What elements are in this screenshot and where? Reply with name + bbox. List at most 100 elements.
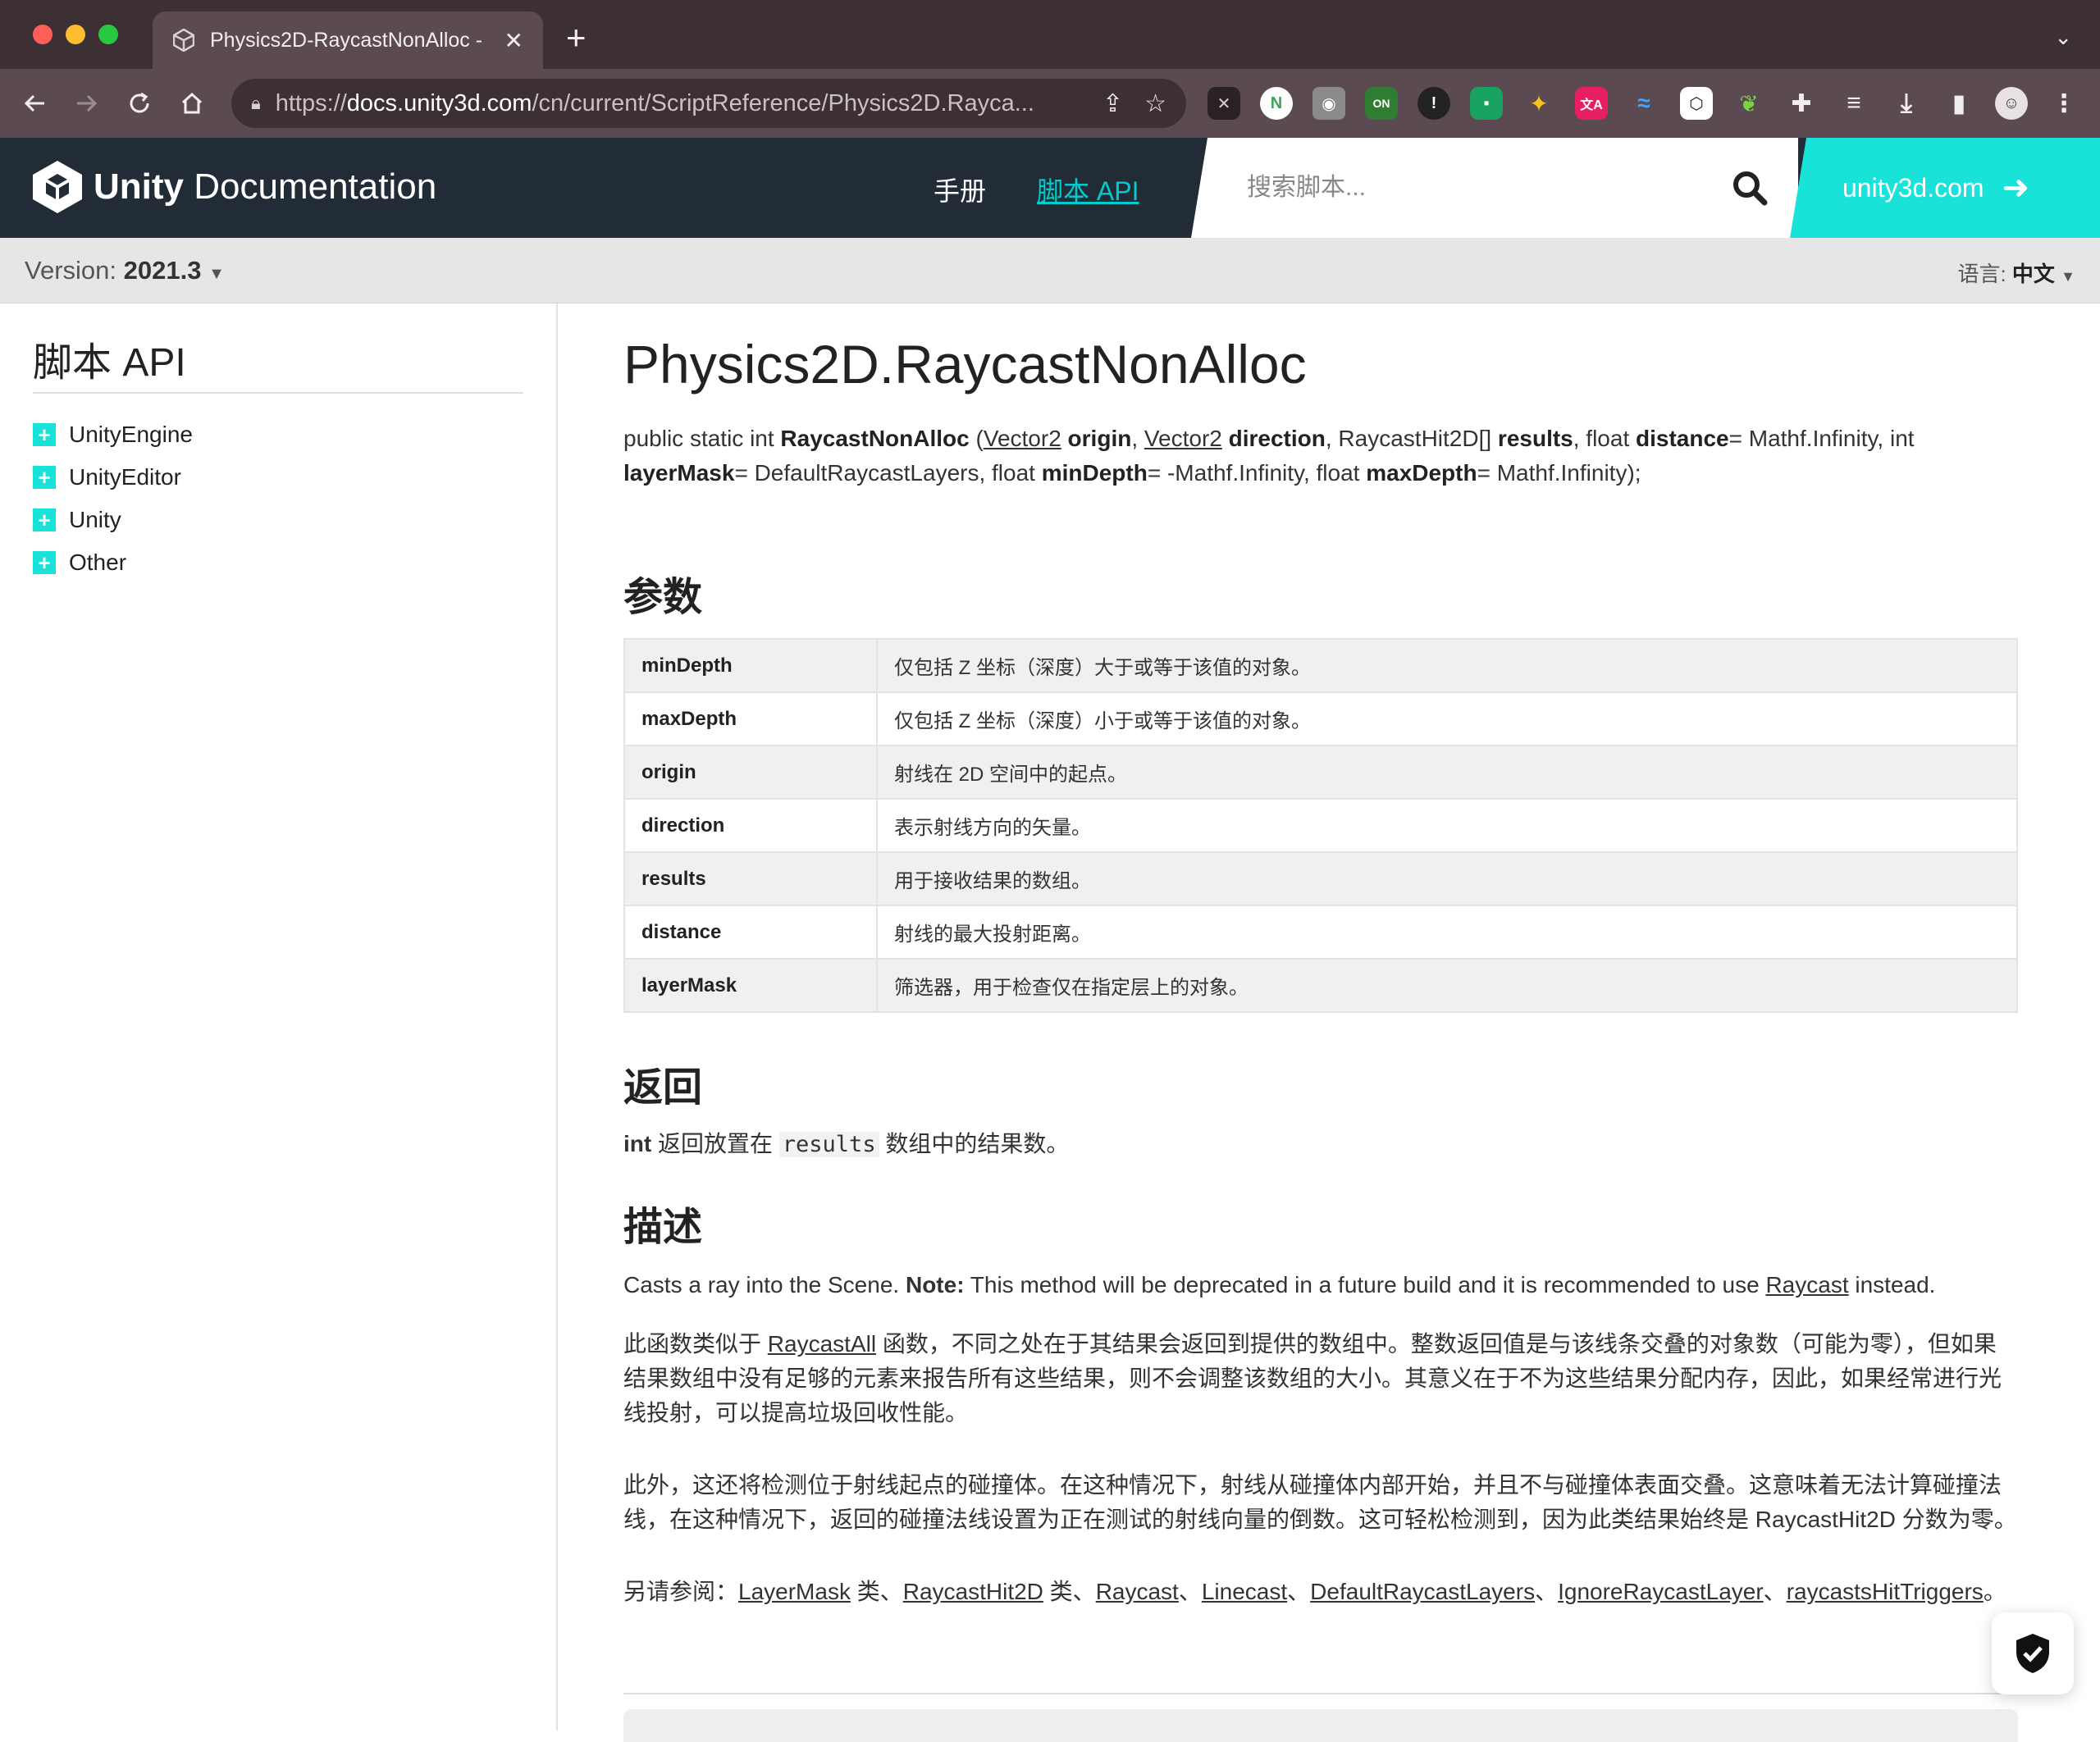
- forward-button[interactable]: [67, 84, 107, 123]
- param-name: distance: [624, 905, 878, 960]
- returns-heading: 返回: [623, 1066, 703, 1110]
- see-also-link[interactable]: RaycastHit2D: [903, 1579, 1043, 1604]
- browser-tab[interactable]: Physics2D-RaycastNonAlloc - ✕: [153, 11, 543, 69]
- sidebar-item-label: Other: [69, 550, 127, 575]
- param-name: minDepth: [624, 639, 878, 693]
- tab-title: Physics2D-RaycastNonAlloc -: [210, 28, 483, 52]
- sidebar-item-unity[interactable]: + Unity: [33, 507, 121, 533]
- zoom-window-button[interactable]: [98, 25, 118, 44]
- table-row: maxDepth 仅包括 Z 坐标（深度）小于或等于该值的对象。: [624, 692, 2017, 746]
- profile-avatar-icon[interactable]: ☺: [1995, 87, 2028, 120]
- search-icon[interactable]: [1729, 167, 1770, 208]
- reload-icon: [130, 92, 149, 113]
- sidebar-item-label: UnityEditor: [69, 464, 181, 490]
- search-input[interactable]: [1247, 167, 1706, 208]
- sidebar-item-label: Unity: [69, 507, 121, 532]
- sidebar-item-label: UnityEngine: [69, 422, 193, 447]
- raycast-link[interactable]: Raycast: [1765, 1272, 1848, 1297]
- unity-logo[interactable]: Unity Documentation: [31, 159, 436, 215]
- docker-extension-icon[interactable]: ≈: [1628, 87, 1660, 120]
- param-desc: 用于接收结果的数组。: [877, 852, 2017, 906]
- vector2-link[interactable]: Vector2: [984, 426, 1061, 451]
- language-selector[interactable]: 语言: 中文 ▼: [1957, 258, 2075, 288]
- browser-toolbar: 🔒︎ https://docs.unity3d.com/cn/current/S…: [0, 69, 2100, 138]
- sidebar-item-unityeditor[interactable]: + UnityEditor: [33, 464, 181, 490]
- download-icon[interactable]: ⤓: [1890, 87, 1923, 120]
- media-control-icon[interactable]: ≡: [1838, 87, 1870, 120]
- back-button[interactable]: [15, 84, 54, 123]
- leaf-extension-icon[interactable]: ❦: [1732, 87, 1765, 120]
- param-name: results: [624, 852, 878, 906]
- expand-plus-icon[interactable]: +: [33, 551, 56, 574]
- param-name: direction: [624, 799, 878, 853]
- reload-button[interactable]: [120, 84, 159, 123]
- params-heading: 参数: [623, 576, 703, 619]
- table-row: results 用于接收结果的数组。: [624, 852, 2017, 906]
- lock-icon: 🔒︎: [251, 93, 261, 113]
- tab-close-icon[interactable]: ✕: [504, 27, 523, 54]
- param-desc: 射线在 2D 空间中的起点。: [877, 746, 2017, 800]
- translate-extension-icon[interactable]: 文A: [1575, 87, 1608, 120]
- version-bar: Version: 2021.3 ▼ 语言: 中文 ▼: [0, 238, 2100, 303]
- leopard-extension-icon[interactable]: ✦: [1522, 87, 1555, 120]
- close-window-button[interactable]: [33, 25, 52, 44]
- raycastall-link[interactable]: RaycastAll: [768, 1331, 876, 1357]
- on-extension-icon[interactable]: ON: [1365, 87, 1398, 120]
- unity3d-site-link[interactable]: unity3d.com ➜: [1790, 138, 2100, 238]
- expand-plus-icon[interactable]: +: [33, 508, 56, 531]
- unity3d-site-label: unity3d.com: [1842, 172, 1984, 203]
- nav-manual-link[interactable]: 手册: [934, 171, 986, 208]
- param-desc: 筛选器，用于检查仅在指定层上的对象。: [877, 959, 2017, 1013]
- share-icon[interactable]: ⇪: [1102, 89, 1123, 118]
- forward-arrow-icon: [77, 94, 98, 112]
- address-bar[interactable]: 🔒︎ https://docs.unity3d.com/cn/current/S…: [231, 79, 1186, 128]
- sidebar-item-other[interactable]: + Other: [33, 550, 126, 576]
- returns-text: int 返回放置在 results 数组中的结果数。: [623, 1131, 1070, 1157]
- url-text: https://docs.unity3d.com/cn/current/Scri…: [275, 89, 1034, 116]
- see-also-link[interactable]: raycastsHitTriggers: [1787, 1579, 1984, 1604]
- badge-extension-icon[interactable]: !: [1418, 87, 1450, 120]
- side-panel-icon[interactable]: ▮: [1942, 87, 1975, 120]
- n-extension-icon[interactable]: N: [1260, 87, 1293, 120]
- x-extension-icon[interactable]: ✕: [1208, 87, 1240, 120]
- see-also-link[interactable]: DefaultRaycastLayers: [1310, 1579, 1535, 1604]
- param-name: maxDepth: [624, 692, 878, 746]
- camera-extension-icon[interactable]: ◉: [1312, 87, 1345, 120]
- caret-down-icon: ▼: [2061, 268, 2075, 285]
- see-also-link[interactable]: LayerMask: [738, 1579, 851, 1604]
- chat-extension-icon[interactable]: ▪: [1470, 87, 1503, 120]
- unity-cube-icon: [33, 161, 82, 213]
- nav-script-api-link[interactable]: 脚本 API: [1037, 171, 1139, 208]
- tab-search-chevron-icon[interactable]: ⌄: [2054, 25, 2072, 50]
- puzzle-extensions-icon[interactable]: ✚: [1785, 87, 1818, 120]
- hex-extension-icon[interactable]: ⬡: [1680, 87, 1713, 120]
- search-box: [1191, 138, 1798, 238]
- minimize-window-button[interactable]: [66, 25, 85, 44]
- expand-plus-icon[interactable]: +: [33, 466, 56, 489]
- table-row: minDepth 仅包括 Z 坐标（深度）大于或等于该值的对象。: [624, 639, 2017, 693]
- sidebar-divider: [33, 392, 523, 394]
- table-row: origin 射线在 2D 空间中的起点。: [624, 746, 2017, 800]
- see-also-link[interactable]: IgnoreRaycastLayer: [1558, 1579, 1764, 1604]
- new-tab-button[interactable]: +: [566, 18, 587, 57]
- sidebar-item-unityengine[interactable]: + UnityEngine: [33, 422, 193, 448]
- sidebar-title: 脚本 API: [33, 341, 186, 385]
- method-signature: public static int RaycastNonAlloc (Vecto…: [623, 426, 1915, 486]
- caret-down-icon: ▼: [208, 265, 225, 283]
- params-table: minDepth 仅包括 Z 坐标（深度）大于或等于该值的对象。 maxDepth…: [623, 638, 2018, 1013]
- version-selector[interactable]: Version: 2021.3 ▼: [25, 256, 225, 285]
- param-desc: 仅包括 Z 坐标（深度）小于或等于该值的对象。: [877, 692, 2017, 746]
- bookmark-star-icon[interactable]: ☆: [1144, 89, 1166, 118]
- home-button[interactable]: [172, 84, 212, 123]
- see-also-link[interactable]: Linecast: [1202, 1579, 1287, 1604]
- vector2-link[interactable]: Vector2: [1144, 426, 1222, 451]
- arrow-right-icon: ➜: [2002, 170, 2030, 206]
- browser-menu-icon[interactable]: ⋮: [2048, 87, 2080, 120]
- description-para-2: 此函数类似于 RaycastAll 函数，不同之处在于其结果会返回到提供的数组中…: [623, 1331, 2002, 1425]
- table-row: direction 表示射线方向的矢量。: [624, 799, 2017, 853]
- sidebar: 脚本 API + UnityEngine + UnityEditor + Uni…: [0, 303, 558, 1731]
- privacy-shield-button[interactable]: [1992, 1612, 2074, 1694]
- param-name: origin: [624, 746, 878, 800]
- see-also-link[interactable]: Raycast: [1096, 1579, 1179, 1604]
- expand-plus-icon[interactable]: +: [33, 423, 56, 446]
